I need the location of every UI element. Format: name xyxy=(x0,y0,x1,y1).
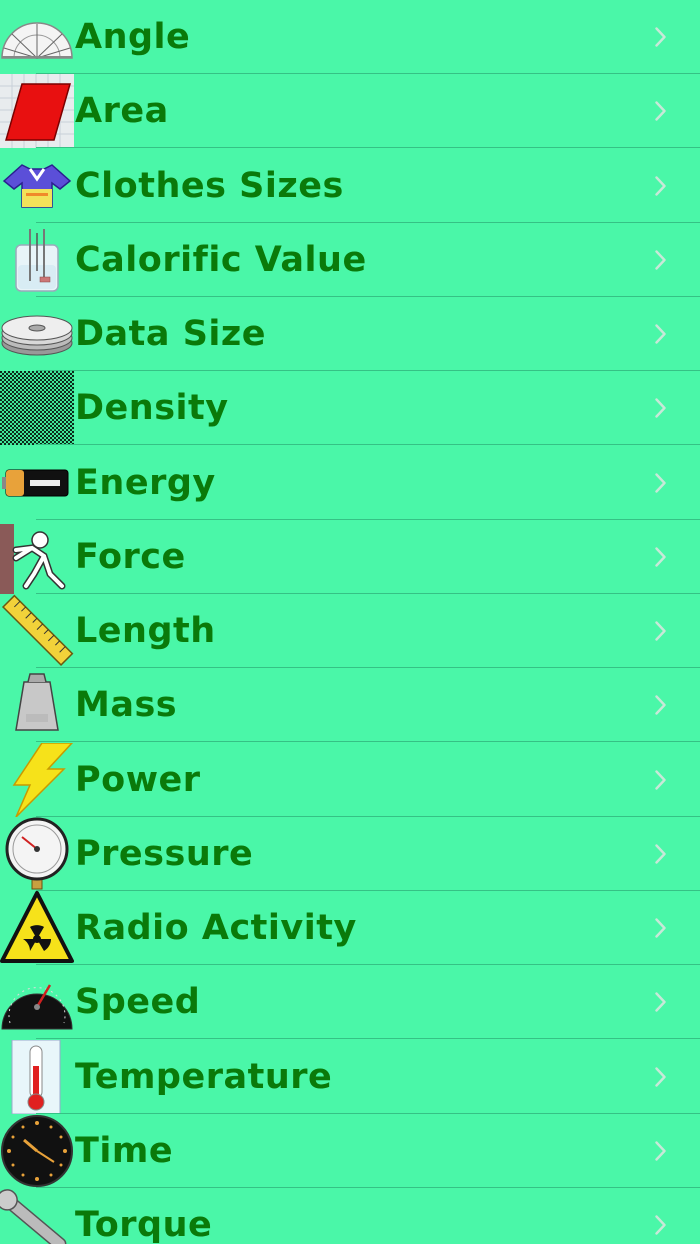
ruler-icon xyxy=(0,594,74,668)
list-item-torque[interactable]: Torque xyxy=(0,1188,700,1244)
list-item-label: Length xyxy=(75,611,216,651)
list-item-pressure[interactable]: Pressure xyxy=(0,816,700,891)
list-item-label: Time xyxy=(75,1130,174,1171)
list-item-mass[interactable]: Mass xyxy=(0,668,700,743)
lightning-icon xyxy=(0,741,74,818)
list-item-data-size[interactable]: Data Size xyxy=(0,297,700,371)
chevron-right-icon xyxy=(655,695,666,715)
shirt-icon xyxy=(0,149,74,223)
chevron-right-icon xyxy=(655,844,666,864)
list-item-angle[interactable]: Angle xyxy=(0,0,700,74)
list-item-label: Speed xyxy=(75,982,201,1023)
list-item-area[interactable]: Area xyxy=(0,74,700,149)
list-item-force[interactable]: Force xyxy=(0,519,700,594)
speedometer-icon xyxy=(0,965,74,1039)
list-item-length[interactable]: Length xyxy=(0,594,700,668)
chevron-right-icon xyxy=(655,472,666,493)
chevron-right-icon xyxy=(655,1066,666,1087)
pushing-figure-icon xyxy=(0,520,74,594)
checkerboard-icon xyxy=(0,371,74,446)
chevron-right-icon xyxy=(655,769,666,790)
chevron-right-icon xyxy=(655,547,666,567)
list-item-label: Clothes Sizes xyxy=(75,165,344,206)
chevron-right-icon xyxy=(655,992,666,1012)
list-item-density[interactable]: Density xyxy=(0,371,700,446)
chevron-right-icon xyxy=(655,250,666,270)
list-item-label: Pressure xyxy=(75,833,254,874)
chevron-right-icon xyxy=(655,621,666,641)
chevron-right-icon xyxy=(655,1141,666,1161)
list-item-temperature[interactable]: Temperature xyxy=(0,1039,700,1114)
list-item-label: Radio Activity xyxy=(75,908,357,948)
chevron-right-icon xyxy=(655,175,666,196)
beaker-icon xyxy=(0,223,74,297)
list-item-calorific-value[interactable]: Calorific Value xyxy=(0,222,700,297)
thermometer-icon xyxy=(0,1039,74,1114)
list-item-label: Area xyxy=(75,91,169,132)
list-item-label: Power xyxy=(75,759,201,800)
list-item-time[interactable]: Time xyxy=(0,1113,700,1188)
list-item-label: Calorific Value xyxy=(75,239,367,280)
parallelogram-icon xyxy=(0,74,74,149)
radiation-icon xyxy=(0,891,74,965)
list-item-label: Force xyxy=(75,536,186,577)
chevron-right-icon xyxy=(655,101,666,121)
list-item-label: Temperature xyxy=(75,1056,333,1097)
converter-list: Angle Area Clothes Sizes Calorific Value… xyxy=(0,0,700,1244)
hard-disk-icon xyxy=(0,297,74,371)
chevron-right-icon xyxy=(655,918,666,938)
chevron-right-icon xyxy=(655,398,666,418)
chevron-right-icon xyxy=(655,27,666,47)
chevron-right-icon xyxy=(655,1215,666,1235)
list-item-label: Mass xyxy=(75,685,178,726)
list-item-label: Density xyxy=(75,388,229,429)
list-item-label: Angle xyxy=(75,17,191,57)
weight-icon xyxy=(0,668,74,742)
wrench-icon xyxy=(0,1188,74,1244)
list-item-power[interactable]: Power xyxy=(0,741,700,818)
list-item-speed[interactable]: Speed xyxy=(0,965,700,1040)
list-item-clothes-sizes[interactable]: Clothes Sizes xyxy=(0,148,700,223)
clock-icon xyxy=(0,1114,74,1188)
list-item-radio-activity[interactable]: Radio Activity xyxy=(0,891,700,965)
battery-icon xyxy=(0,446,74,520)
list-item-label: Data Size xyxy=(75,314,267,354)
protractor-icon xyxy=(0,0,74,74)
pressure-gauge-icon xyxy=(0,817,74,891)
list-item-label: Energy xyxy=(75,462,216,503)
list-item-label: Torque xyxy=(75,1205,213,1244)
list-item-energy[interactable]: Energy xyxy=(0,445,700,520)
chevron-right-icon xyxy=(655,324,666,344)
